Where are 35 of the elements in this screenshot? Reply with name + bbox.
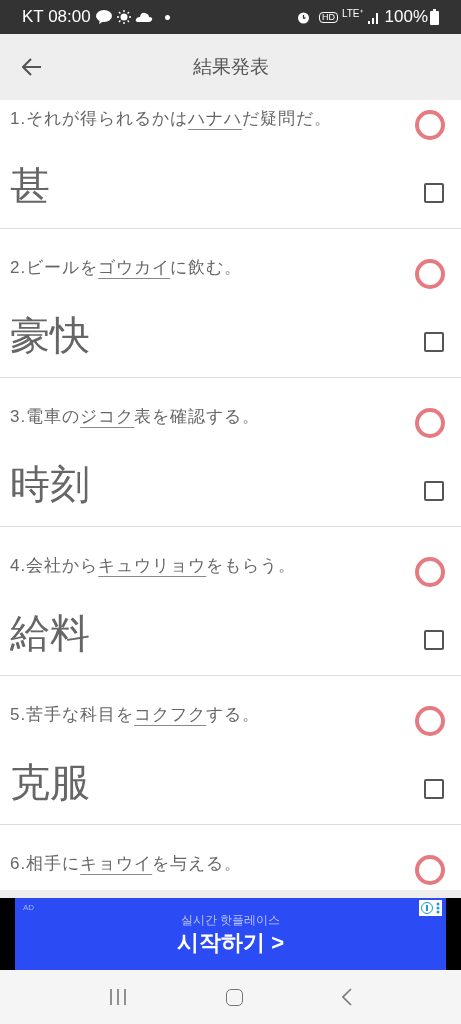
- question-text: 2.ビールを ゴウカイ に飲む。: [10, 257, 244, 279]
- question-text: 3.電車の ジコク表を確認する。: [10, 406, 262, 428]
- ad-subtitle: 실시간 핫플레이스: [180, 912, 281, 930]
- more-icon[interactable]: [436, 902, 440, 914]
- checkbox[interactable]: [424, 183, 444, 203]
- page-title: 結果発表: [192, 54, 269, 79]
- answer-text: 時刻: [10, 464, 91, 504]
- battery-icon: [430, 9, 439, 25]
- ad-banner[interactable]: AD 실시간 핫플레이스 시작하기 >: [15, 898, 446, 970]
- chat-icon: [94, 9, 113, 25]
- checkbox[interactable]: [424, 779, 444, 799]
- hd-icon: HD: [318, 11, 338, 23]
- ad-cta: 시작하기 >: [177, 929, 284, 957]
- checkbox[interactable]: [424, 332, 444, 352]
- carrier-time: KT 08:00: [22, 6, 91, 29]
- ad-tag: AD: [23, 902, 35, 914]
- network-label: LTE⁺: [341, 9, 363, 19]
- question-text: 4.会社から キュウリョウ をもらう。: [10, 555, 298, 577]
- question-text: 5.苦手な科目を コクフクする。: [10, 704, 262, 726]
- checkbox[interactable]: [424, 630, 444, 650]
- cloud-icon: [134, 11, 153, 23]
- battery-percent: 100%: [384, 6, 428, 29]
- answer-text: 克服: [10, 762, 91, 802]
- back-arrow-icon: [22, 58, 42, 76]
- signal-icon: [366, 10, 381, 24]
- question-text: 1.それが得られるかはハナハだ疑問だ。: [10, 108, 334, 130]
- sun-icon: [116, 10, 131, 24]
- question-text: 6.相手にキョウイ を与える。: [10, 853, 244, 875]
- recent-apps-icon[interactable]: [109, 989, 128, 1005]
- answer-text: 豪快: [10, 315, 91, 355]
- answer-text: 給料: [10, 613, 91, 653]
- home-icon[interactable]: [226, 988, 243, 1006]
- back-icon[interactable]: [341, 988, 352, 1006]
- checkbox[interactable]: [424, 481, 444, 501]
- answer-text: 甚: [10, 166, 51, 206]
